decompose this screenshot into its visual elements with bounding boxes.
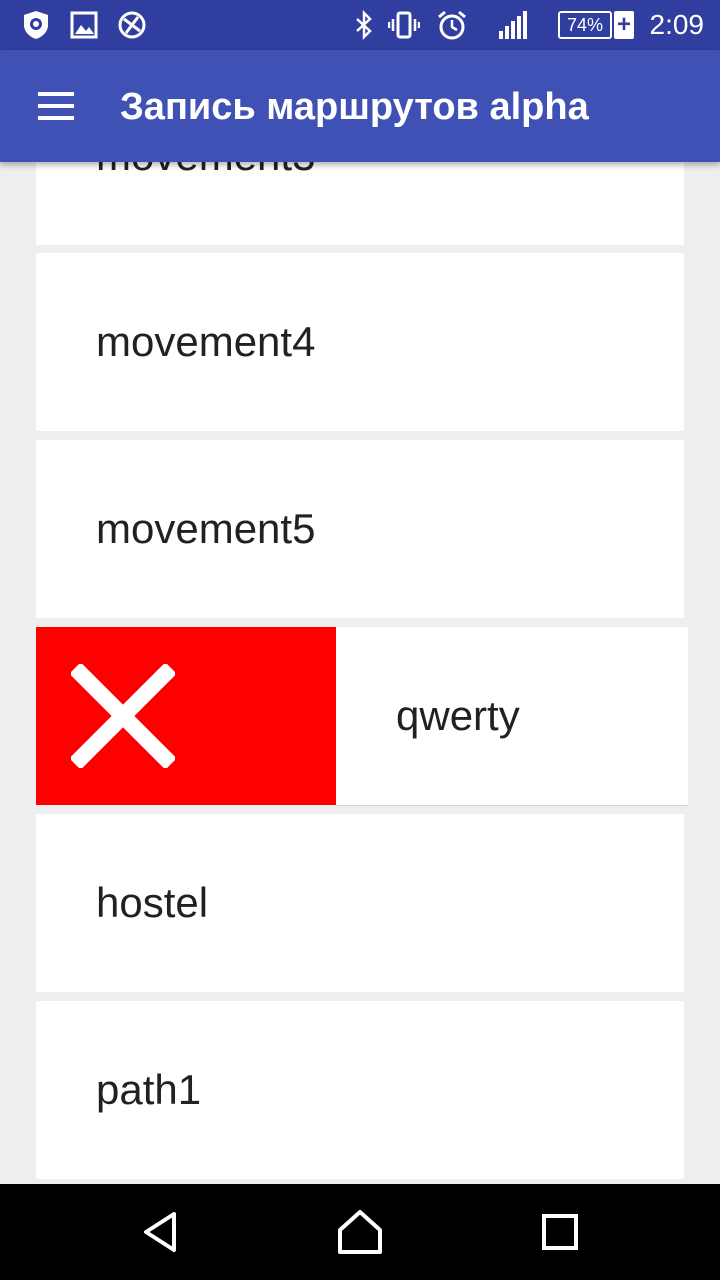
charging-symbol: + <box>616 11 631 38</box>
list-item-label: path1 <box>96 1066 202 1113</box>
list-item[interactable]: movement4 <box>36 253 684 431</box>
list-item[interactable]: path1 <box>36 1001 684 1179</box>
antivirus-icon <box>24 11 48 39</box>
list-item[interactable]: movement3 <box>36 162 684 245</box>
alarm-icon <box>438 10 466 40</box>
battery-percent: 74% <box>566 15 604 35</box>
image-icon <box>70 11 98 39</box>
charging-indicator: + <box>614 11 634 39</box>
recents-icon[interactable] <box>532 1204 588 1260</box>
app-toolbar: Запись маршрутов alpha <box>0 50 720 162</box>
list-item-label: qwerty <box>396 692 520 739</box>
navigation-bar <box>0 1184 720 1280</box>
home-icon[interactable] <box>332 1204 388 1260</box>
status-bar: 74% + 2:09 <box>0 0 720 50</box>
delete-swipe-background[interactable] <box>36 627 336 805</box>
clock: 2:09 <box>649 9 705 40</box>
list-item-label: hostel <box>96 879 209 926</box>
list-item-label: movement5 <box>96 505 316 552</box>
back-icon[interactable] <box>132 1204 188 1260</box>
list-item-label: movement3 <box>96 162 315 245</box>
list-item[interactable]: movement5 <box>36 440 684 618</box>
close-icon <box>71 664 175 768</box>
bluetooth-icon <box>356 9 372 41</box>
vibrate-icon <box>388 11 420 39</box>
page-title: Запись маршрутов alpha <box>120 86 589 128</box>
list-item-swiped[interactable]: qwerty <box>336 627 688 806</box>
hamburger-menu-icon[interactable] <box>26 82 86 130</box>
no-location-icon <box>118 11 146 39</box>
list-item[interactable]: hostel <box>36 814 684 992</box>
signal-icon <box>499 11 527 39</box>
list-item-label: movement4 <box>96 318 316 365</box>
route-list[interactable]: movement3 movement4 movement5 qwerty hos… <box>0 162 720 1184</box>
battery-icon: 74% <box>558 11 612 39</box>
